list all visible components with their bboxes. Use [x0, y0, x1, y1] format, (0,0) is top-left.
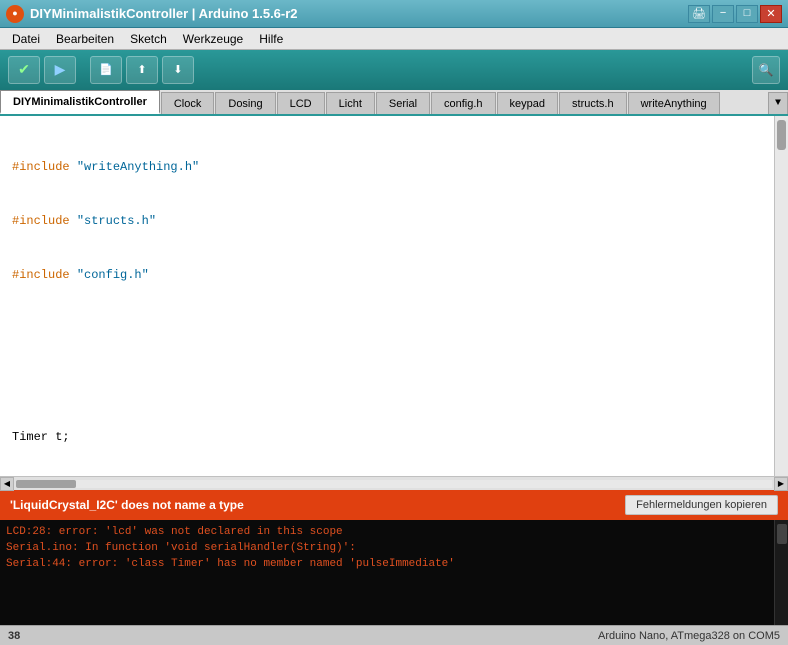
code-line-3: #include "config.h": [8, 266, 766, 284]
code-line-1: #include "writeAnything.h": [8, 158, 766, 176]
console-scrollbar[interactable]: [774, 520, 788, 625]
save-button[interactable]: ⬇: [162, 56, 194, 84]
code-line-4: [8, 320, 766, 338]
vertical-scrollbar[interactable]: [774, 116, 788, 476]
code-editor[interactable]: #include "writeAnything.h" #include "str…: [0, 120, 774, 476]
horizontal-scrollbar[interactable]: ◀ ▶: [0, 476, 788, 490]
close-button[interactable]: ✕: [760, 5, 782, 23]
error-bar: 'LiquidCrystal_I2C' does not name a type…: [0, 490, 788, 520]
tab-lcd[interactable]: LCD: [277, 92, 325, 114]
minimize-button[interactable]: −: [712, 5, 734, 23]
console-line-2: Serial.ino: In function 'void serialHand…: [6, 540, 768, 556]
upload-button[interactable]: ▶: [44, 56, 76, 84]
menu-datei[interactable]: Datei: [4, 30, 48, 48]
printer-icon[interactable]: 🖨: [688, 5, 710, 23]
window-title: DIYMinimalistikController | Arduino 1.5.…: [30, 6, 686, 21]
tab-structsh[interactable]: structs.h: [559, 92, 627, 114]
tab-configh[interactable]: config.h: [431, 92, 496, 114]
h-scroll-thumb[interactable]: [16, 480, 76, 488]
tab-serial[interactable]: Serial: [376, 92, 430, 114]
tab-diyminimalistikcontroller[interactable]: DIYMinimalistikController: [0, 90, 160, 114]
editor-container: #include "writeAnything.h" #include "str…: [0, 116, 788, 476]
code-line-5: [8, 374, 766, 392]
menu-bar: Datei Bearbeiten Sketch Werkzeuge Hilfe: [0, 28, 788, 50]
search-button[interactable]: 🔍: [752, 56, 780, 84]
app-icon: ●: [6, 5, 24, 23]
tab-writeanything[interactable]: writeAnything: [628, 92, 720, 114]
menu-werkzeuge[interactable]: Werkzeuge: [175, 30, 251, 48]
maximize-button[interactable]: □: [736, 5, 758, 23]
scroll-left-button[interactable]: ◀: [0, 477, 14, 491]
console-line-1: LCD:28: error: 'lcd' was not declared in…: [6, 524, 768, 540]
tab-clock[interactable]: Clock: [161, 92, 215, 114]
scrollbar-track: [775, 116, 788, 476]
console-line-3: Serial:44: error: 'class Timer' has no m…: [6, 556, 768, 572]
code-line-2: #include "structs.h": [8, 212, 766, 230]
editor-content[interactable]: #include "writeAnything.h" #include "str…: [0, 116, 774, 476]
status-bar: 38 Arduino Nano, ATmega328 on COM5: [0, 625, 788, 645]
open-button[interactable]: ⬆: [126, 56, 158, 84]
console-output[interactable]: LCD:28: error: 'lcd' was not declared in…: [0, 520, 774, 610]
tab-licht[interactable]: Licht: [326, 92, 375, 114]
scrollbar-thumb[interactable]: [777, 120, 786, 150]
menu-hilfe[interactable]: Hilfe: [251, 30, 291, 48]
tab-keypad[interactable]: keypad: [497, 92, 558, 114]
tabs-overflow-button[interactable]: ▼: [768, 92, 788, 114]
menu-sketch[interactable]: Sketch: [122, 30, 175, 48]
scroll-right-button[interactable]: ▶: [774, 477, 788, 491]
verify-button[interactable]: ✔: [8, 56, 40, 84]
menu-bearbeiten[interactable]: Bearbeiten: [48, 30, 122, 48]
code-line-6: Timer t;: [8, 428, 766, 446]
console-container: LCD:28: error: 'lcd' was not declared in…: [0, 520, 788, 625]
toolbar: ✔ ▶ 📄 ⬆ ⬇ 🔍: [0, 50, 788, 90]
new-button[interactable]: 📄: [90, 56, 122, 84]
board-info: Arduino Nano, ATmega328 on COM5: [598, 630, 780, 642]
copy-errors-button[interactable]: Fehlermeldungen kopieren: [625, 495, 778, 515]
title-bar: ● DIYMinimalistikController | Arduino 1.…: [0, 0, 788, 28]
error-message: 'LiquidCrystal_I2C' does not name a type: [10, 498, 244, 512]
h-scroll-track[interactable]: [16, 480, 772, 488]
tab-dosing[interactable]: Dosing: [215, 92, 275, 114]
line-number: 38: [8, 630, 20, 642]
tabs-bar: DIYMinimalistikController Clock Dosing L…: [0, 90, 788, 116]
